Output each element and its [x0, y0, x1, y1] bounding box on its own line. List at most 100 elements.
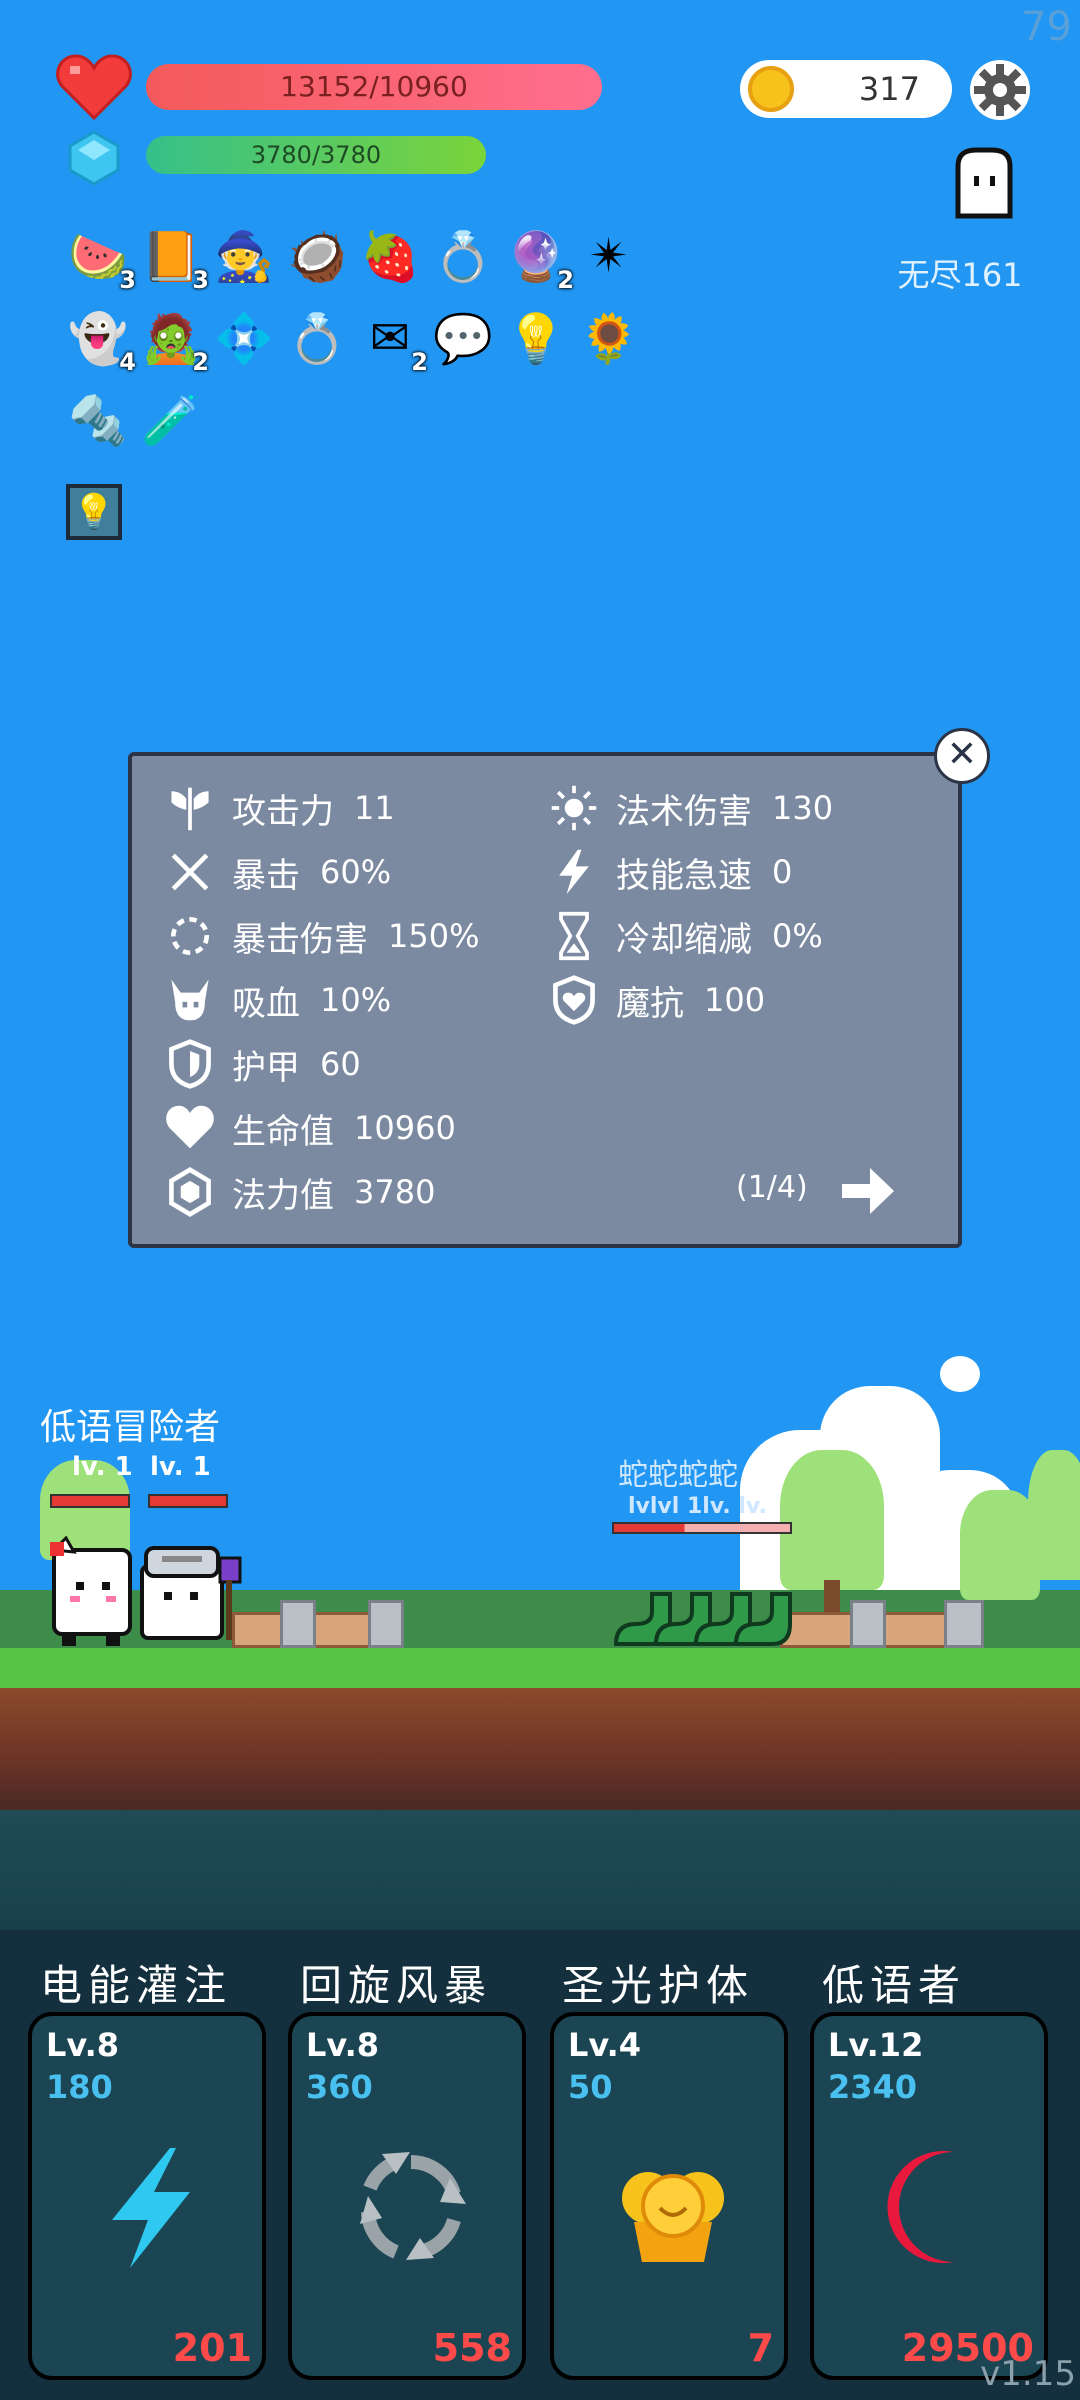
stat-value: 130: [772, 789, 834, 827]
gold-ring-icon-glyph: 💍: [287, 310, 347, 367]
lifesteal-icon: [162, 972, 218, 1028]
stat-label: 法术伤害: [616, 791, 752, 832]
stat-row: 魔抗 100: [546, 972, 765, 1028]
whirlwind-icon: [346, 2142, 476, 2272]
skill-name: 电能灌注: [40, 1961, 233, 2010]
sunflower-icon[interactable]: 🌻: [577, 306, 641, 370]
close-icon[interactable]: ✕: [934, 728, 990, 784]
strawberry-icon-glyph: 🍓: [360, 228, 420, 285]
item-count: 2: [411, 348, 428, 376]
item-count: 2: [557, 266, 574, 294]
wizard-hat-icon-glyph: 🧙: [214, 228, 274, 285]
ring-icon-glyph: 💍: [433, 228, 493, 285]
lightning-icon: [86, 2142, 216, 2272]
skill-card[interactable]: Lv.12 2340 29500: [810, 2012, 1048, 2380]
skill-name: 低语者: [822, 1961, 967, 2010]
crescent-moon-icon: [868, 2142, 998, 2272]
skill-upgrade-price: 201: [172, 2326, 252, 2370]
spiked-club-icon[interactable]: 🔩: [66, 388, 130, 452]
stat-label: 冷却缩减: [616, 919, 752, 960]
cat-hero-sprite[interactable]: [46, 1536, 136, 1648]
hero-hp-bar: [148, 1494, 228, 1508]
strawberry-icon[interactable]: 🍓: [358, 224, 422, 288]
crystal-ball-icon[interactable]: 🔮 2: [504, 224, 574, 295]
watermelon-icon[interactable]: 🍉 3: [66, 224, 136, 295]
tree: [780, 1450, 884, 1590]
knight-hero-sprite[interactable]: [128, 1546, 242, 1648]
stat-value: 10%: [320, 981, 392, 1019]
stat-label: 暴击伤害: [232, 919, 368, 960]
stat-label: 攻击力: [232, 791, 334, 832]
coin-value: 317: [858, 70, 920, 108]
next-page-arrow-icon[interactable]: [838, 1164, 898, 1218]
stat-value: 150%: [388, 917, 480, 955]
endless-level-label: 无尽161: [897, 256, 1023, 294]
skill-mana-cost: 180: [46, 2068, 113, 2106]
stat-label: 法力值: [232, 1175, 334, 1216]
stat-row: 暴击伤害 150%: [162, 908, 479, 964]
lightbulb-icon[interactable]: 💡: [504, 306, 568, 370]
wizard-hat-icon[interactable]: 🧙: [212, 224, 276, 288]
green-spirit-icon[interactable]: 🧟 2: [139, 306, 209, 377]
fps-counter: 79: [1021, 4, 1072, 50]
crit-icon: [162, 844, 218, 900]
stat-row: 技能急速 0: [546, 844, 792, 900]
hero-hp-bar: [50, 1494, 130, 1508]
spiked-mace-icon-glyph: ✴: [588, 228, 630, 284]
stat-value: 0: [772, 853, 793, 891]
attack-icon: [162, 780, 218, 836]
spiked-mace-icon[interactable]: ✴: [577, 224, 641, 288]
item-count: 3: [192, 266, 209, 294]
gravestone: [944, 1600, 984, 1648]
stat-row: 冷却缩减 0%: [546, 908, 823, 964]
skill-level: Lv.8: [46, 2026, 120, 2064]
ghost-icon[interactable]: 👻 4: [66, 306, 136, 377]
item-count: 4: [119, 348, 136, 376]
skill-card[interactable]: Lv.8 180 201: [28, 2012, 266, 2380]
holy-shield-icon: [608, 2142, 738, 2272]
stat-row: 法术伤害 130: [546, 780, 833, 836]
skill-name: 圣光护体: [562, 1961, 755, 2010]
potion-icon-glyph: 🧪: [141, 392, 201, 449]
settings-gear-icon[interactable]: [968, 58, 1032, 122]
tree: [1028, 1450, 1080, 1580]
spiked-club-icon-glyph: 🔩: [68, 392, 128, 449]
coin-icon: [748, 66, 794, 112]
skill-card[interactable]: Lv.4 50 7: [550, 2012, 788, 2380]
gravestone: [280, 1600, 316, 1648]
book-icon[interactable]: 📙 3: [139, 224, 209, 295]
skill-upgrade-price: 7: [747, 2326, 774, 2370]
coconut-icon[interactable]: 🥥: [285, 224, 349, 288]
magic-resist-icon: [546, 972, 602, 1028]
stat-label: 吸血: [232, 983, 300, 1024]
version-label: v1.15: [980, 2354, 1076, 2394]
potion-icon[interactable]: 🧪: [139, 388, 203, 452]
stat-value: 11: [354, 789, 395, 827]
stat-label: 生命值: [232, 1111, 334, 1152]
skill-mana-cost: 50: [568, 2068, 613, 2106]
stat-value: 60%: [320, 853, 392, 891]
hero-level: lv. 1: [72, 1452, 133, 1482]
stat-label: 魔抗: [616, 983, 684, 1024]
gravestone: [368, 1600, 404, 1648]
ring-icon[interactable]: 💍: [431, 224, 495, 288]
mana-gem-icon: [68, 130, 120, 186]
snake-enemies-sprite[interactable]: [612, 1584, 792, 1648]
stat-value: 10960: [354, 1109, 456, 1147]
envelope-icon-glyph: ✉: [369, 310, 411, 366]
ghost-mode-icon[interactable]: [948, 146, 1020, 222]
speech-bubble-icon[interactable]: 💬: [431, 306, 495, 370]
gold-ring-icon[interactable]: 💍: [285, 306, 349, 370]
stat-row: 吸血 10%: [162, 972, 391, 1028]
blue-gem-icon[interactable]: 💠: [212, 306, 276, 370]
skill-mana-cost: 360: [306, 2068, 373, 2106]
stat-row: 护甲 60: [162, 1036, 361, 1092]
envelope-icon[interactable]: ✉ 2: [358, 306, 428, 376]
stat-label: 暴击: [232, 855, 300, 896]
enemy-hp-bar: [612, 1522, 792, 1534]
skill-card[interactable]: Lv.8 360 558: [288, 2012, 526, 2380]
glowing-bulb-card-icon[interactable]: 💡: [66, 484, 122, 540]
stat-label: 技能急速: [616, 855, 752, 896]
stat-row: 攻击力 11: [162, 780, 395, 836]
stat-row: 生命值 10960: [162, 1100, 456, 1156]
